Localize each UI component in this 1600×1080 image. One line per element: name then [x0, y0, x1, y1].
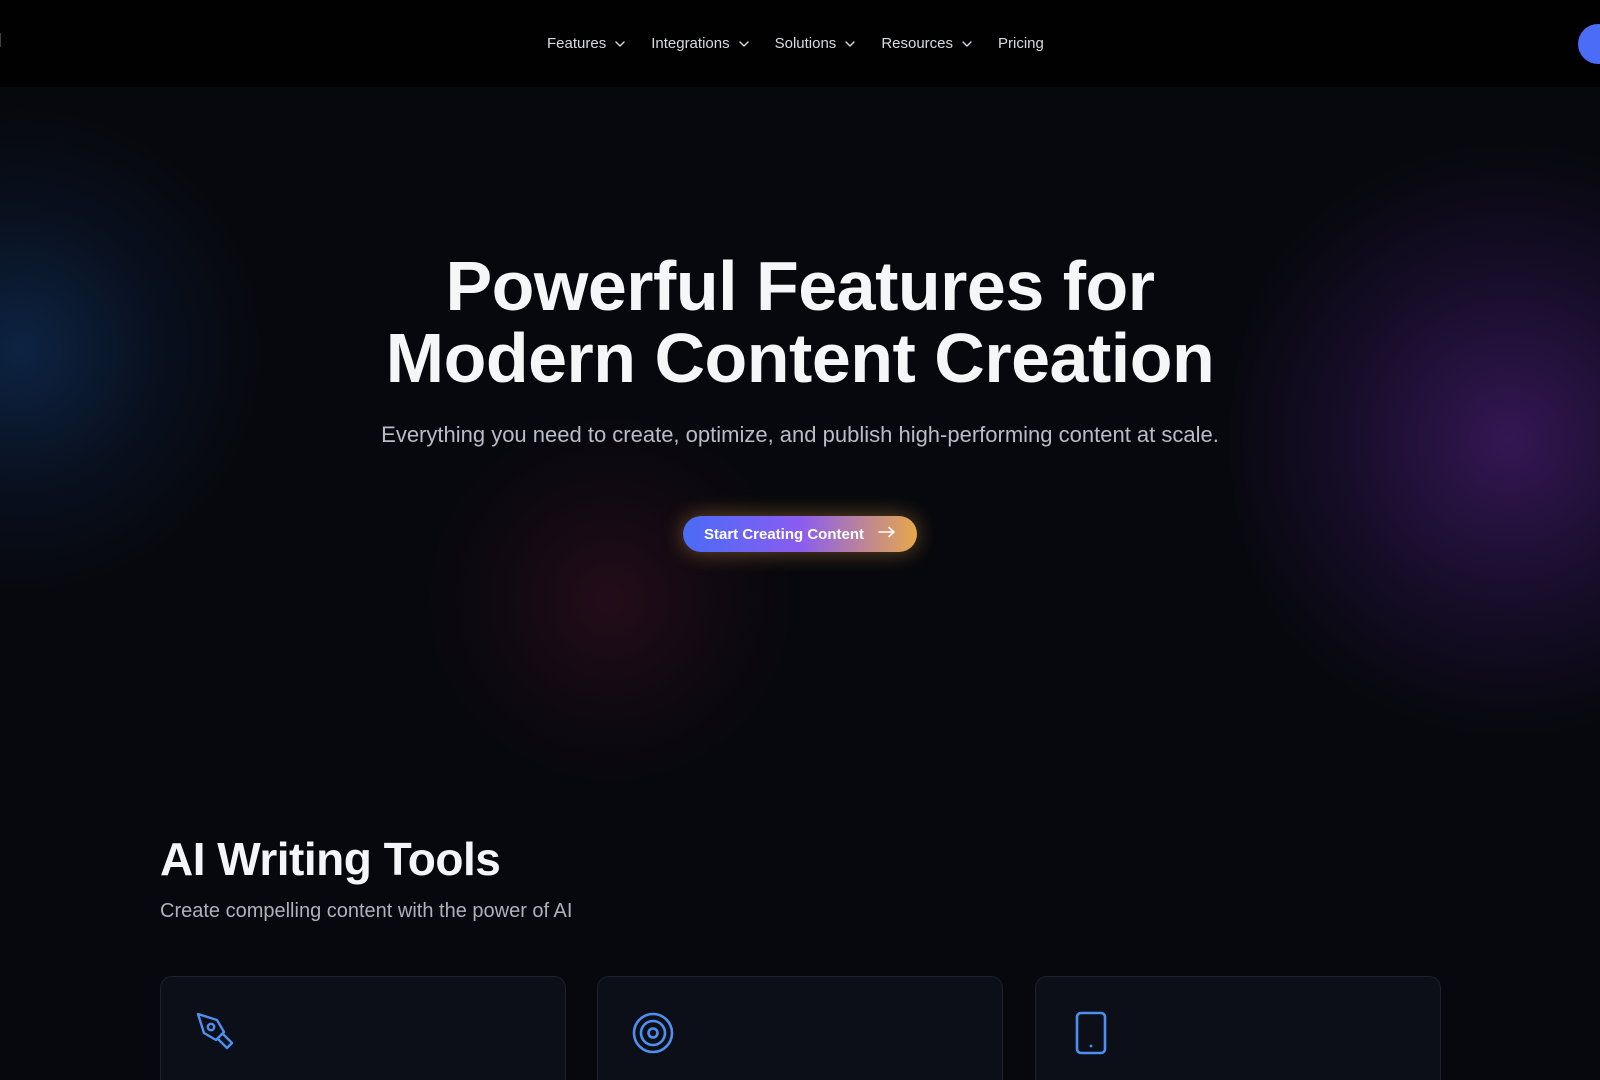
nav-item-features[interactable]: Features — [547, 35, 626, 52]
tablet-icon — [1070, 1011, 1114, 1055]
nav-item-resources[interactable]: Resources — [881, 35, 973, 52]
hero-title-line-1: Powerful Features for — [445, 247, 1155, 325]
section-subtitle: Create compelling content with the power… — [160, 900, 573, 922]
background-glow-red — [430, 420, 790, 780]
start-creating-button[interactable]: Start Creating Content — [683, 516, 917, 552]
nav-item-label: Resources — [881, 35, 954, 52]
top-navbar: I Features Integrations Solutions — [0, 0, 1600, 87]
hero-subtitle: Everything you need to create, optimize,… — [381, 422, 1219, 447]
cta-label: Start Creating Content — [703, 525, 864, 543]
nav-item-label: Features — [547, 35, 607, 52]
section-title: AI Writing Tools — [160, 833, 501, 885]
feature-card-1[interactable] — [160, 976, 566, 1080]
background-glow-purple — [1230, 120, 1600, 760]
nav-item-label: Pricing — [998, 35, 1044, 52]
page: I Features Integrations Solutions — [0, 0, 1600, 1080]
nav-item-label: Solutions — [774, 35, 837, 52]
nav-item-pricing[interactable]: Pricing — [998, 35, 1044, 52]
feature-card-3[interactable] — [1035, 976, 1441, 1080]
background-glow-blue — [0, 100, 270, 600]
logo-text[interactable]: I — [0, 30, 2, 53]
pen-tool-icon — [195, 1011, 239, 1055]
hero-title: Powerful Features for Modern Content Cre… — [300, 250, 1300, 394]
nav-item-solutions[interactable]: Solutions — [775, 35, 857, 52]
chevron-down-icon — [844, 38, 856, 50]
arrow-right-icon — [878, 525, 896, 543]
nav-cta-button[interactable] — [1578, 24, 1600, 64]
chevron-down-icon — [738, 38, 750, 50]
chevron-down-icon — [614, 38, 626, 50]
chevron-down-icon — [961, 38, 973, 50]
hero-title-line-2: Modern Content Creation — [385, 319, 1215, 397]
feature-card-2[interactable] — [597, 976, 1003, 1080]
main-nav: Features Integrations Solutions Resource… — [547, 0, 1069, 87]
nav-item-label: Integrations — [651, 35, 730, 52]
nav-item-integrations[interactable]: Integrations — [651, 35, 749, 52]
target-icon — [632, 1011, 676, 1055]
